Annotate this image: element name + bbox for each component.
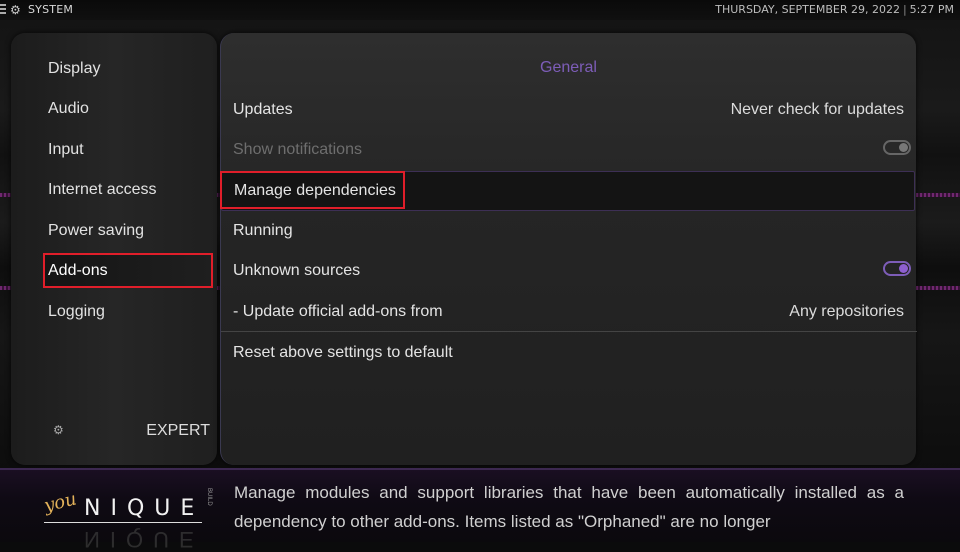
category-label: Display [48, 60, 101, 77]
setting-value: Any repositories [789, 303, 904, 320]
setting-label: Running [233, 222, 293, 239]
unknown-sources-toggle[interactable] [883, 261, 911, 276]
gears-icon: ⚙ [10, 3, 21, 17]
settings-level-button[interactable]: EXPERT [146, 422, 210, 440]
setting-description: Manage modules and support libraries tha… [234, 483, 904, 531]
time-label: 5:27 PM [909, 3, 954, 16]
category-input[interactable]: Input [48, 131, 84, 169]
setting-reset-defaults[interactable]: Reset above settings to default [221, 333, 915, 373]
category-label: Add-ons [48, 262, 108, 279]
window-title: SYSTEM [28, 3, 74, 16]
setting-running[interactable]: Running [221, 211, 915, 251]
category-logging[interactable]: Logging [48, 293, 105, 331]
focus-highlight [220, 171, 405, 209]
logo-nique: NIQUE [84, 496, 205, 521]
category-label: Logging [48, 303, 105, 320]
logo-build: BUILD [206, 488, 212, 506]
category-display[interactable]: Display [48, 50, 100, 88]
setting-label: Reset above settings to default [233, 344, 453, 361]
setting-label: - Update official add-ons from [233, 303, 443, 320]
section-title: General [540, 59, 597, 76]
hamburger-icon[interactable] [0, 4, 6, 16]
logo-reflection: NIQUE [84, 527, 204, 552]
category-label: Audio [48, 100, 89, 117]
category-label: Power saving [48, 222, 145, 239]
setting-updates[interactable]: Updates Never check for updates [221, 90, 915, 130]
date-label: THURSDAY, SEPTEMBER 29, 2022 [715, 3, 900, 16]
category-audio[interactable]: Audio [48, 90, 89, 128]
setting-show-notifications[interactable]: Show notifications [221, 130, 915, 170]
setting-label: Show notifications [233, 141, 362, 158]
separator: | [902, 3, 907, 16]
divider [221, 331, 917, 332]
setting-value: Never check for updates [730, 101, 904, 118]
category-add-ons[interactable]: Add-ons [43, 253, 213, 288]
setting-label: Updates [233, 101, 293, 118]
category-label: Internet access [48, 181, 157, 198]
logo-you: you [41, 488, 79, 517]
settings-level-icon[interactable]: ⚙ [53, 423, 64, 437]
show-notifications-toggle[interactable] [883, 140, 911, 155]
category-internet-access[interactable]: Internet access [48, 171, 157, 209]
toggle-knob [899, 264, 908, 273]
logo-underline [44, 522, 202, 523]
setting-label: Unknown sources [233, 262, 361, 279]
skin-logo: you NIQUE BUILD NIQUE [41, 484, 214, 552]
clock: THURSDAY, SEPTEMBER 29, 2022 | 5:27 PM [715, 3, 954, 16]
top-bar: ⚙ SYSTEM THURSDAY, SEPTEMBER 29, 2022 | 5:… [0, 0, 960, 20]
toggle-knob [899, 143, 908, 152]
category-power-saving[interactable]: Power saving [48, 212, 144, 250]
category-label: Input [48, 141, 84, 158]
setting-unknown-sources[interactable]: Unknown sources [221, 251, 915, 291]
setting-update-official-addons-from[interactable]: - Update official add-ons from Any repos… [221, 292, 915, 332]
